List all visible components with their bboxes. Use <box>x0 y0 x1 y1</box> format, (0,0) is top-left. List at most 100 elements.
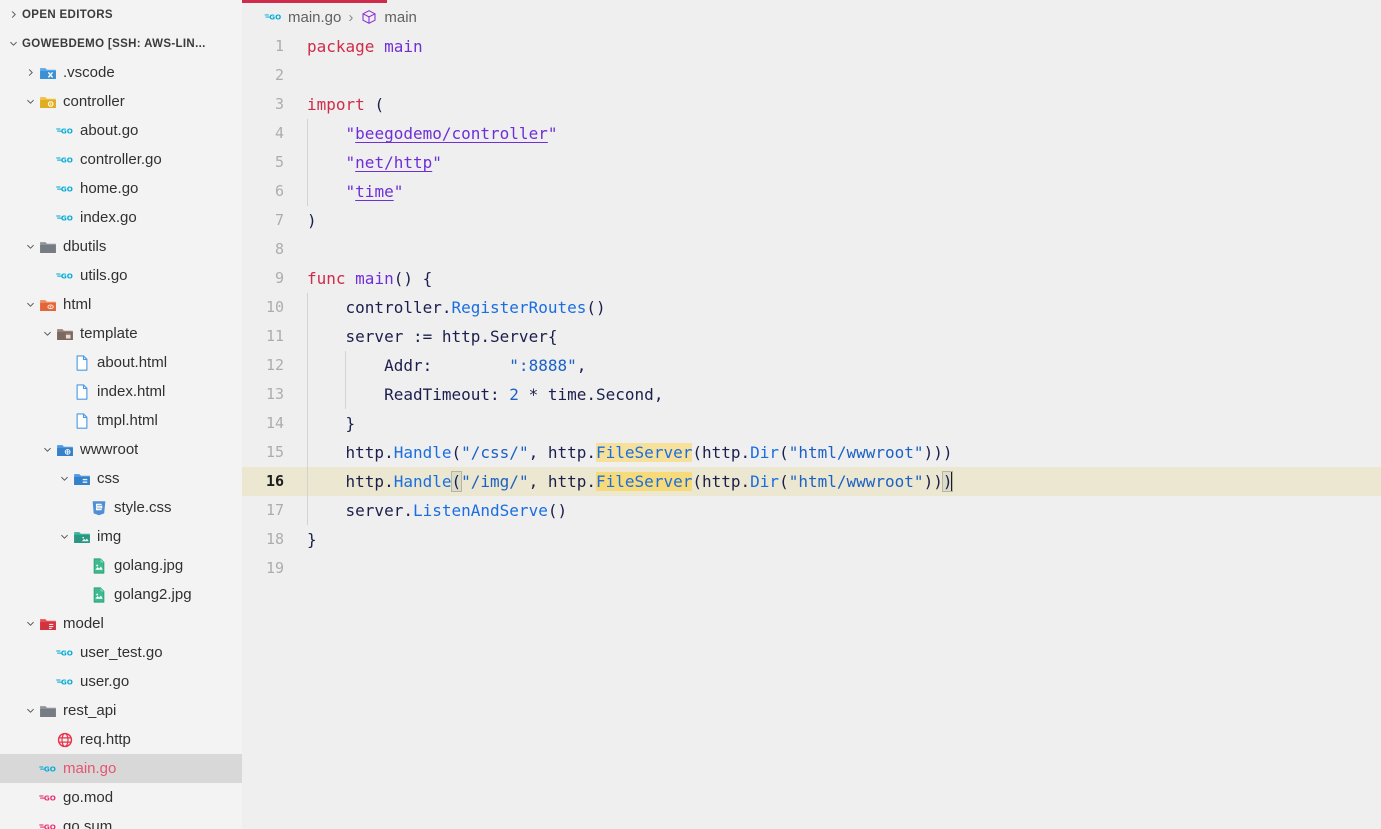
code-token: . <box>586 385 597 404</box>
tree-item-label: img <box>97 528 122 545</box>
tree-item-go-mod[interactable]: GO go.mod <box>0 783 242 812</box>
code-line[interactable]: 11 server := http.Server{ <box>242 322 1381 351</box>
tree-item-go-sum[interactable]: GO go.sum <box>0 812 242 829</box>
tree-item-home-go[interactable]: GO home.go <box>0 174 242 203</box>
code-line[interactable]: 18} <box>242 525 1381 554</box>
code-token: http <box>307 472 385 491</box>
code-text: server.ListenAndServe() <box>305 496 568 525</box>
code-line[interactable]: 16 http.Handle("/img/", http.FileServer(… <box>242 467 1381 496</box>
code-line[interactable]: 10 controller.RegisterRoutes() <box>242 293 1381 322</box>
code-text: http.Handle("/css/", http.FileServer(htt… <box>305 438 952 467</box>
code-token: "/img/" <box>461 472 529 491</box>
tree-item-img[interactable]: img <box>0 522 242 551</box>
breadcrumb-file[interactable]: GO main.go <box>264 8 341 26</box>
code-token[interactable]: time <box>355 182 394 201</box>
tree-item-req-http[interactable]: req.http <box>0 725 242 754</box>
go-file-icon: GO <box>56 180 74 198</box>
code-token: " <box>345 153 356 172</box>
code-text: } <box>305 525 317 554</box>
code-token: . <box>480 327 491 346</box>
tree-item-about-html[interactable]: about.html <box>0 348 242 377</box>
code-token: { <box>547 327 558 346</box>
code-token: . <box>740 443 751 462</box>
code-line[interactable]: 6 "time" <box>242 177 1381 206</box>
code-line[interactable]: 15 http.Handle("/css/", http.FileServer(… <box>242 438 1381 467</box>
code-editor[interactable]: 1 package main 2 3 import (4 "beegodemo/cont… <box>242 32 1381 583</box>
code-line[interactable]: 7) <box>242 206 1381 235</box>
chevron-down-icon[interactable] <box>22 702 39 719</box>
line-number: 16 <box>265 472 284 490</box>
tree-item-dbutils[interactable]: dbutils <box>0 232 242 261</box>
tree-item-style-css[interactable]: style.css <box>0 493 242 522</box>
chevron-down-icon[interactable] <box>56 470 73 487</box>
workspace-section[interactable]: GOWEBDEMO [SSH: AWS-LIN... <box>0 29 242 58</box>
code-token: Handle <box>393 472 452 491</box>
chevron-down-icon[interactable] <box>22 93 39 110</box>
code-text: } <box>305 409 356 438</box>
tree-item-css[interactable]: css <box>0 464 242 493</box>
tree-item-index-go[interactable]: GO index.go <box>0 203 242 232</box>
tree-item-index-html[interactable]: index.html <box>0 377 242 406</box>
tree-item-utils-go[interactable]: GO utils.go <box>0 261 242 290</box>
chevron-down-icon[interactable] <box>39 441 56 458</box>
code-line[interactable]: 13 ReadTimeout: 2 * time.Second, <box>242 380 1381 409</box>
code-line[interactable]: 1 package main <box>242 32 1381 61</box>
tree-item-golang2-jpg[interactable]: golang2.jpg <box>0 580 242 609</box>
tree-item-label: .vscode <box>63 64 115 81</box>
tree-item-model[interactable]: model <box>0 609 242 638</box>
tree-item-controller[interactable]: controller <box>0 87 242 116</box>
twisty-placeholder <box>39 122 56 139</box>
chevron-down-icon[interactable] <box>22 238 39 255</box>
indent-guide <box>307 293 308 322</box>
code-token: package <box>307 37 375 56</box>
code-line[interactable]: 3 import ( <box>242 90 1381 119</box>
tree-item-template[interactable]: template <box>0 319 242 348</box>
tree-item-user-go[interactable]: GO user.go <box>0 667 242 696</box>
html-file-icon <box>73 354 91 372</box>
tree-item-wwwroot[interactable]: wwwroot <box>0 435 242 464</box>
tree-item-controller-go[interactable]: GO controller.go <box>0 145 242 174</box>
code-line[interactable]: 9 func main() { <box>242 264 1381 293</box>
code-token: ( <box>779 443 789 462</box>
code-line[interactable]: 4 "beegodemo/controller" <box>242 119 1381 148</box>
chevron-right-icon[interactable] <box>22 64 39 81</box>
tree-item-about-go[interactable]: GO about.go <box>0 116 242 145</box>
code-token[interactable]: net/http <box>355 153 432 172</box>
twisty-placeholder <box>39 180 56 197</box>
breadcrumb-symbol[interactable]: main <box>360 8 417 26</box>
code-token: Dir <box>750 443 780 462</box>
code-line[interactable]: 19 <box>242 554 1381 583</box>
code-token: " <box>345 124 356 143</box>
code-token: " <box>393 182 404 201</box>
tree-item-user-test-go[interactable]: GO user_test.go <box>0 638 242 667</box>
tree-item-label: model <box>63 615 104 632</box>
twisty-placeholder <box>39 209 56 226</box>
chevron-down-icon[interactable] <box>22 615 39 632</box>
code-text: "time" <box>305 177 404 206</box>
chevron-down-icon[interactable] <box>56 528 73 545</box>
code-line[interactable]: 5 "net/http" <box>242 148 1381 177</box>
code-line[interactable]: 17 server.ListenAndServe() <box>242 496 1381 525</box>
open-editors-section[interactable]: OPEN EDITORS <box>0 0 242 29</box>
tree-item-html[interactable]: html <box>0 290 242 319</box>
chevron-down-icon[interactable] <box>39 325 56 342</box>
svg-text:GO: GO <box>44 764 56 773</box>
code-line[interactable]: 8 <box>242 235 1381 264</box>
code-token[interactable]: beegodemo/controller <box>355 124 548 143</box>
tree-item-main-go[interactable]: GO main.go <box>0 754 242 783</box>
tree-item-tmpl-html[interactable]: tmpl.html <box>0 406 242 435</box>
folder-www-icon <box>56 441 74 459</box>
tree-item-label: template <box>80 325 138 342</box>
chevron-down-icon[interactable] <box>22 296 39 313</box>
code-line[interactable]: 2 <box>242 61 1381 90</box>
code-line[interactable]: 14 } <box>242 409 1381 438</box>
twisty-placeholder <box>39 267 56 284</box>
tree-item-rest-api[interactable]: rest_api <box>0 696 242 725</box>
tree-item-golang-jpg[interactable]: golang.jpg <box>0 551 242 580</box>
code-token: ( <box>450 471 463 492</box>
tree-item-label: user_test.go <box>80 644 163 661</box>
code-text: "beegodemo/controller" <box>305 119 558 148</box>
code-token: "/css/" <box>461 443 529 462</box>
code-line[interactable]: 12 Addr: ":8888", <box>242 351 1381 380</box>
tree-item--vscode[interactable]: .vscode <box>0 58 242 87</box>
